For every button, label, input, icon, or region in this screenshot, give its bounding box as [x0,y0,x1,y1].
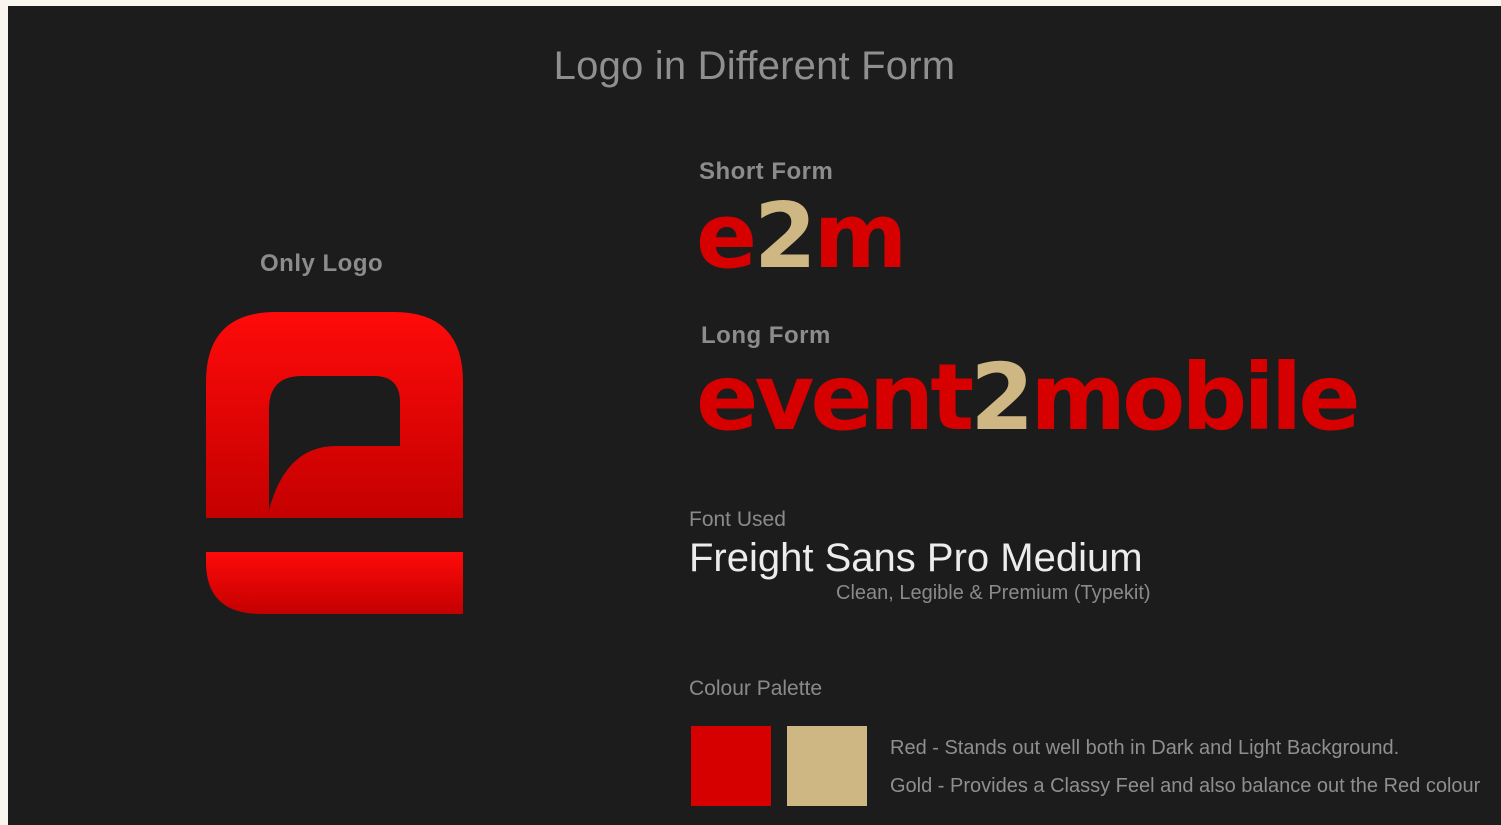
font-name: Freight Sans Pro Medium [689,536,1143,580]
short-form-wordmark: e2m [696,192,907,282]
only-logo-label: Only Logo [260,250,384,277]
font-note: Clean, Legible & Premium (Typekit) [836,582,1151,604]
long-form-part-event: event [696,344,974,451]
long-form-part-2: 2 [970,344,1034,451]
brand-board: Logo in Different Form Only Logo Short F… [8,6,1501,825]
red-description: Red - Stands out well both in Dark and L… [890,737,1400,759]
e2m-logo-icon [206,312,463,614]
long-form-wordmark: event2mobile [696,352,1361,444]
font-used-label: Font Used [689,508,786,531]
page-title: Logo in Different Form [553,44,956,88]
short-form-part-m: m [813,184,908,289]
gold-description: Gold - Provides a Classy Feel and also b… [890,775,1481,797]
colour-palette-label: Colour Palette [689,677,823,700]
gold-swatch [787,726,867,806]
short-form-part-2: 2 [754,184,817,289]
short-form-part-e: e [696,184,757,289]
red-swatch [691,726,771,806]
short-form-label: Short Form [699,158,834,185]
long-form-part-mobile: mobile [1030,344,1360,451]
